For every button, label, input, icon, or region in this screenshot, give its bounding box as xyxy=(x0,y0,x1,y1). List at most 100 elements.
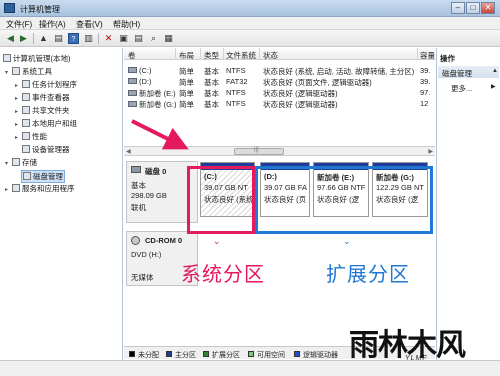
tree-system-tools[interactable]: ▾ 系统工具 xyxy=(5,66,52,77)
volume-table-header: 卷 布局 类型 文件系统 状态 容量 xyxy=(124,48,435,60)
legend-swatch xyxy=(203,351,209,357)
system-partition-highlight xyxy=(187,166,255,234)
expand-arrow-icon[interactable]: ▸ xyxy=(15,108,22,115)
menu-bar: 文件(F) 操作(A) 查看(V) 帮助(H) xyxy=(0,17,500,30)
expand-arrow-icon[interactable]: ▸ xyxy=(15,134,22,141)
back-icon[interactable]: ◀ xyxy=(5,33,16,44)
toolbar: ◀ ▶ ▲ ▤ ? ▥ ✕ ▣ ▤ ⌕ ▦ xyxy=(0,30,500,47)
actions-disk-management[interactable]: 磁盘管理 ▲ xyxy=(438,66,499,78)
title-bar: 计算机管理 – □ ✕ xyxy=(0,0,500,17)
drive-icon xyxy=(128,101,137,107)
scroll-left-icon[interactable]: ◀ xyxy=(126,148,131,155)
tools-icon xyxy=(12,67,20,75)
disk0-name: 磁盘 0 xyxy=(145,167,167,176)
actions-header: 操作 xyxy=(440,54,455,63)
clock-icon xyxy=(22,80,30,88)
legend-free-space: 可用空间 xyxy=(257,352,285,359)
help-icon[interactable]: ? xyxy=(68,33,79,44)
expand-arrow-icon[interactable]: ▸ xyxy=(15,82,22,89)
device-manager-icon xyxy=(22,145,30,153)
down-arrow-icon: ⌄ xyxy=(213,236,221,246)
actions-more[interactable]: 更多... xyxy=(451,83,472,94)
legend-primary: 主分区 xyxy=(175,352,196,359)
services-icon xyxy=(12,184,20,192)
folder-icon[interactable]: ▣ xyxy=(118,33,129,44)
legend-swatch xyxy=(166,351,172,357)
col-volume[interactable]: 卷 xyxy=(128,50,136,61)
tree-shared-folders[interactable]: ▸ 共享文件夹 xyxy=(15,105,70,116)
tree-task-scheduler[interactable]: ▸ 任务计划程序 xyxy=(15,79,77,90)
properties-icon[interactable]: ▥ xyxy=(83,33,94,44)
table-row[interactable]: (C:) 简单 基本 NTFS 状态良好 (系统, 启动, 活动, 故障转储, … xyxy=(124,66,435,76)
tree-event-viewer[interactable]: ▸ 事件查看器 xyxy=(15,92,70,103)
drive-icon xyxy=(128,90,137,96)
drive-icon xyxy=(128,78,137,84)
computer-management-icon xyxy=(4,3,15,13)
down-arrow-icon: ⌄ xyxy=(343,236,351,246)
show-tree-icon[interactable]: ▤ xyxy=(53,33,64,44)
table-row[interactable]: 新加卷 (G:) 简单 基本 NTFS 状态良好 (逻辑驱动器) 12 xyxy=(124,99,435,109)
navigation-tree: 计算机管理(本地) ▾ 系统工具 ▸ 任务计划程序 ▸ 事件查看器 ▸ 共享文件夹 ▸ 本… xyxy=(0,48,123,360)
up-icon[interactable]: ▲ xyxy=(38,33,49,44)
search-icon[interactable]: ⌕ xyxy=(148,33,159,44)
submenu-arrow-icon[interactable]: ▶ xyxy=(491,83,496,90)
tree-disk-management[interactable]: 磁盘管理 xyxy=(21,170,65,183)
actions-pane: 操作 磁盘管理 ▲ 更多... ▶ xyxy=(436,48,500,360)
scroll-right-icon[interactable]: ▶ xyxy=(428,148,433,155)
collapse-arrow-icon[interactable]: ▾ xyxy=(5,160,12,167)
collapse-arrow-icon[interactable]: ▾ xyxy=(5,69,12,76)
users-icon xyxy=(22,119,30,127)
tree-device-manager[interactable]: 设备管理器 xyxy=(22,144,70,155)
save-icon[interactable]: ▤ xyxy=(133,33,144,44)
cdrom0-name: CD-ROM 0 xyxy=(145,236,183,245)
menu-view[interactable]: 查看(V) xyxy=(76,19,103,30)
table-row[interactable]: (D:) 简单 基本 FAT32 状态良好 (页面文件, 逻辑驱动器) 39. xyxy=(124,77,435,87)
delete-icon[interactable]: ✕ xyxy=(103,33,114,44)
col-type[interactable]: 类型 xyxy=(204,50,219,61)
legend-unallocated: 未分配 xyxy=(138,352,159,359)
view-icon[interactable]: ▦ xyxy=(163,33,174,44)
col-status[interactable]: 状态 xyxy=(263,50,278,61)
tree-services[interactable]: ▸ 服务和应用程序 xyxy=(5,183,75,194)
expand-arrow-icon[interactable]: ▸ xyxy=(5,186,12,193)
hard-disk-icon xyxy=(131,166,141,173)
disk-management-icon xyxy=(23,172,31,180)
legend-logical: 逻辑驱动器 xyxy=(303,352,338,359)
col-capacity[interactable]: 容量 xyxy=(420,50,435,61)
tree-performance[interactable]: ▸ 性能 xyxy=(15,131,47,142)
system-partition-annotation: 系统分区 xyxy=(181,262,265,286)
col-layout[interactable]: 布局 xyxy=(179,50,194,61)
disk0-size: 298.09 GB xyxy=(131,191,167,200)
expand-arrow-icon[interactable]: ▸ xyxy=(15,121,22,128)
event-log-icon xyxy=(22,93,30,101)
scrollbar-thumb[interactable]: ||| xyxy=(234,147,284,155)
menu-action[interactable]: 操作(A) xyxy=(39,19,66,30)
disk0-status: 联机 xyxy=(131,203,146,212)
cdrom0-drive: DVD (H:) xyxy=(131,250,162,259)
drive-icon xyxy=(128,67,137,73)
expand-arrow-icon[interactable]: ▸ xyxy=(15,95,22,102)
menu-help[interactable]: 帮助(H) xyxy=(113,19,140,30)
minimize-button[interactable]: – xyxy=(451,2,465,14)
cdrom-icon xyxy=(131,236,140,245)
close-button[interactable]: ✕ xyxy=(481,2,495,14)
col-filesystem[interactable]: 文件系统 xyxy=(226,50,256,61)
performance-icon xyxy=(22,132,30,140)
legend-swatch xyxy=(294,351,300,357)
table-row[interactable]: 新加卷 (E:) 简单 基本 NTFS 状态良好 (逻辑驱动器) 97. xyxy=(124,88,435,98)
collapse-up-icon[interactable]: ▲ xyxy=(492,68,498,74)
maximize-button[interactable]: □ xyxy=(466,2,480,14)
legend-extended: 扩展分区 xyxy=(212,352,240,359)
storage-icon xyxy=(12,158,20,166)
extended-partition-annotation: 扩展分区 xyxy=(326,262,410,286)
tree-storage[interactable]: ▾ 存储 xyxy=(5,157,37,168)
horizontal-scrollbar[interactable]: ◀ ||| ▶ xyxy=(124,146,435,156)
menu-file[interactable]: 文件(F) xyxy=(6,19,32,30)
legend-swatch xyxy=(129,351,135,357)
legend-swatch xyxy=(248,351,254,357)
shared-folder-icon xyxy=(22,106,30,114)
forward-icon[interactable]: ▶ xyxy=(18,33,29,44)
tree-local-users[interactable]: ▸ 本地用户和组 xyxy=(15,118,77,129)
extended-partition-highlight xyxy=(255,166,433,234)
tree-root[interactable]: 计算机管理(本地) xyxy=(3,53,71,64)
